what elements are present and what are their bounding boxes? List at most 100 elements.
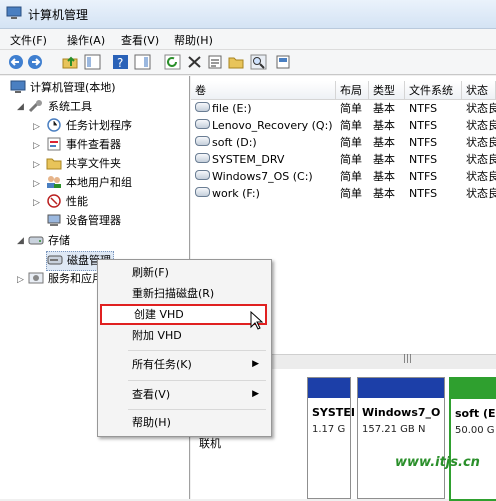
open-folder-icon[interactable] bbox=[228, 54, 245, 70]
menu-item-help[interactable]: 帮助(H) bbox=[100, 412, 267, 433]
volume-name: work (F:) bbox=[212, 187, 260, 200]
partition-size: 50.00 G bbox=[455, 425, 495, 436]
disk-status-online: 联机 bbox=[199, 437, 221, 450]
tree-item-device-manager[interactable]: 设备管理器 bbox=[46, 212, 121, 230]
menu-item-create-vhd[interactable]: 创建 VHD bbox=[100, 304, 267, 325]
column-header-status[interactable]: 状态 bbox=[462, 81, 496, 100]
collapse-arrow-icon[interactable]: ◢ bbox=[17, 236, 24, 246]
partition-system-drv[interactable]: SYSTEI 1.17 G bbox=[307, 377, 355, 499]
users-icon bbox=[46, 175, 62, 189]
status-cell: 状态良 bbox=[466, 170, 496, 183]
partition-soft[interactable]: soft (E 50.00 G bbox=[449, 377, 496, 501]
type-cell: 基本 bbox=[373, 136, 395, 149]
menu-view[interactable]: 查看(V) bbox=[121, 32, 159, 48]
type-cell: 基本 bbox=[373, 153, 395, 166]
show-pane-icon[interactable] bbox=[134, 54, 151, 70]
refresh-icon[interactable] bbox=[164, 54, 181, 70]
column-header-volume[interactable]: 卷 bbox=[191, 81, 336, 100]
menu-separator bbox=[128, 350, 266, 351]
tree-item-system-tools[interactable]: 系统工具 bbox=[28, 98, 92, 116]
menu-item-rescan-disks[interactable]: 重新扫描磁盘(R) bbox=[100, 283, 267, 304]
menu-bar: 文件(F) 操作(A) 查看(V) 帮助(H) bbox=[0, 29, 496, 50]
layout-cell: 简单 bbox=[340, 136, 362, 149]
collapse-arrow-icon[interactable]: ◢ bbox=[17, 102, 24, 112]
table-row[interactable]: Lenovo_Recovery (Q:) 简单 基本 NTFS 状态良 bbox=[191, 117, 496, 134]
menu-item-view[interactable]: 查看(V) ▶ bbox=[100, 384, 267, 405]
partition-bar bbox=[358, 378, 444, 398]
up-folder-icon[interactable] bbox=[62, 54, 79, 70]
expand-arrow-icon[interactable]: ▷ bbox=[33, 141, 40, 151]
help-icon[interactable]: ? bbox=[112, 54, 129, 70]
column-header-filesystem[interactable]: 文件系统 bbox=[405, 81, 462, 100]
tools-icon bbox=[28, 99, 44, 113]
search-icon[interactable] bbox=[250, 54, 267, 70]
toolbar: ? bbox=[0, 50, 496, 75]
partition-name: Windows7_O bbox=[362, 406, 441, 419]
layout-cell: 简单 bbox=[340, 170, 362, 183]
filesystem-cell: NTFS bbox=[409, 187, 438, 200]
tree-label: 服务和应用 bbox=[48, 272, 103, 285]
partition-name: SYSTEI bbox=[312, 406, 355, 419]
layout-cell: 简单 bbox=[340, 102, 362, 115]
expand-arrow-icon[interactable]: ▷ bbox=[17, 275, 24, 285]
partition-name: soft (E bbox=[455, 407, 496, 420]
expand-arrow-icon[interactable]: ▷ bbox=[33, 198, 40, 208]
menu-file[interactable]: 文件(F) bbox=[10, 32, 47, 48]
partition-size: 157.21 GB N bbox=[362, 424, 426, 435]
table-row[interactable]: Windows7_OS (C:) 简单 基本 NTFS 状态良 bbox=[191, 168, 496, 185]
services-icon bbox=[28, 271, 44, 285]
menu-action[interactable]: 操作(A) bbox=[67, 32, 105, 48]
partition-bar bbox=[451, 379, 496, 399]
filesystem-cell: NTFS bbox=[409, 136, 438, 149]
tree-item-task-scheduler[interactable]: 任务计划程序 bbox=[46, 117, 132, 135]
tree-item-local-users[interactable]: 本地用户和组 bbox=[46, 174, 132, 192]
tree-item-event-viewer[interactable]: 事件查看器 bbox=[46, 136, 121, 154]
menu-item-attach-vhd[interactable]: 附加 VHD bbox=[100, 325, 267, 346]
type-cell: 基本 bbox=[373, 187, 395, 200]
forward-icon[interactable] bbox=[27, 54, 44, 70]
tree-label: 系统工具 bbox=[48, 100, 92, 113]
tree-label: 设备管理器 bbox=[66, 214, 121, 227]
performance-icon bbox=[46, 194, 62, 208]
column-header-layout[interactable]: 布局 bbox=[336, 81, 369, 100]
table-row[interactable]: file (E:) 简单 基本 NTFS 状态良 bbox=[191, 100, 496, 117]
column-header-type[interactable]: 类型 bbox=[369, 81, 405, 100]
table-row[interactable]: soft (D:) 简单 基本 NTFS 状态良 bbox=[191, 134, 496, 151]
tree-label: 计算机管理(本地) bbox=[30, 81, 116, 94]
menu-help[interactable]: 帮助(H) bbox=[174, 32, 213, 48]
menu-item-all-tasks[interactable]: 所有任务(K) ▶ bbox=[100, 354, 267, 375]
drive-icon bbox=[195, 187, 210, 197]
filesystem-cell: NTFS bbox=[409, 102, 438, 115]
properties-icon[interactable] bbox=[207, 54, 224, 70]
tree-item-performance[interactable]: 性能 bbox=[46, 193, 88, 211]
tree-item-computer-management[interactable]: 计算机管理(本地) bbox=[10, 79, 116, 97]
volume-name: SYSTEM_DRV bbox=[212, 153, 285, 166]
tree-item-services[interactable]: 服务和应用 bbox=[28, 270, 103, 288]
menu-item-refresh[interactable]: 刷新(F) bbox=[100, 262, 267, 283]
tree-item-storage[interactable]: 存储 bbox=[28, 232, 70, 250]
expand-arrow-icon[interactable]: ▷ bbox=[33, 179, 40, 189]
drive-icon bbox=[195, 102, 210, 112]
splitter-grip: ||| bbox=[403, 354, 413, 364]
layout-cell: 简单 bbox=[340, 153, 362, 166]
back-icon[interactable] bbox=[8, 54, 25, 70]
volume-name: file (E:) bbox=[212, 102, 252, 115]
table-row[interactable]: SYSTEM_DRV 简单 基本 NTFS 状态良 bbox=[191, 151, 496, 168]
mouse-cursor-icon bbox=[250, 310, 264, 334]
partition-windows7-os[interactable]: Windows7_O 157.21 GB N bbox=[357, 377, 445, 499]
expand-arrow-icon[interactable]: ▷ bbox=[33, 160, 40, 170]
export-icon[interactable] bbox=[275, 54, 292, 70]
drive-icon bbox=[195, 136, 210, 146]
event-viewer-icon bbox=[46, 137, 62, 151]
show-tree-icon[interactable] bbox=[84, 54, 101, 70]
status-cell: 状态良 bbox=[466, 119, 496, 132]
delete-icon[interactable] bbox=[186, 54, 203, 70]
table-row[interactable]: work (F:) 简单 基本 NTFS 状态良 bbox=[191, 185, 496, 202]
tree-item-shared-folders[interactable]: 共享文件夹 bbox=[46, 155, 121, 173]
type-cell: 基本 bbox=[373, 170, 395, 183]
layout-cell: 简单 bbox=[340, 119, 362, 132]
computer-management-icon bbox=[6, 6, 22, 20]
expand-arrow-icon[interactable]: ▷ bbox=[33, 122, 40, 132]
menu-separator bbox=[128, 409, 266, 410]
watermark: www.itjs.cn bbox=[395, 455, 480, 470]
